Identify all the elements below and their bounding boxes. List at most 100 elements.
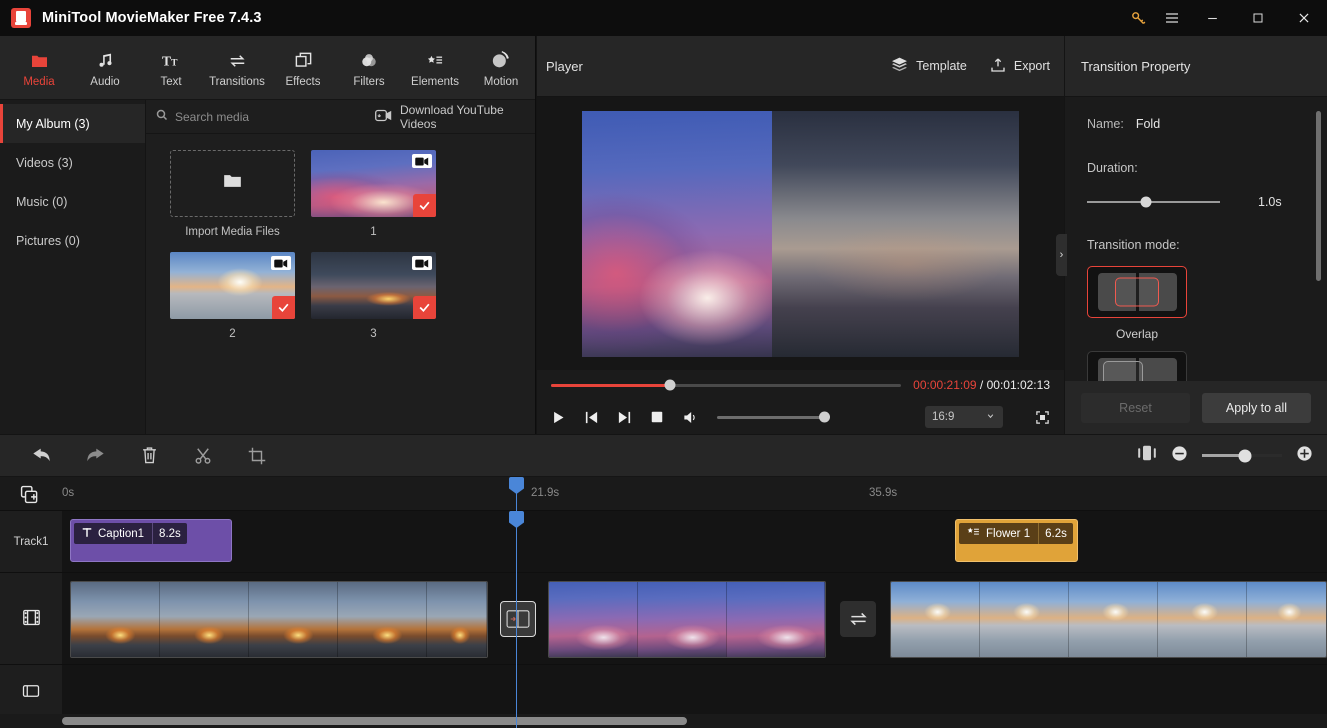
fold-transition-icon[interactable] <box>500 601 536 637</box>
media-toolbar: Download YouTube Videos <box>146 100 535 134</box>
motion-icon <box>491 48 511 70</box>
maximize-icon[interactable] <box>1235 0 1281 36</box>
import-media-label: Import Media Files <box>185 226 280 238</box>
export-button[interactable]: Export <box>990 57 1050 76</box>
timeline-horizontal-scrollbar[interactable] <box>62 717 687 725</box>
undo-icon[interactable] <box>14 435 68 477</box>
transition-mode-overlap-label: Overlap <box>1115 327 1159 341</box>
import-media-button[interactable] <box>170 150 295 217</box>
album-label: My Album (3) <box>16 116 90 131</box>
redo-icon[interactable] <box>68 435 122 477</box>
filters-circles-icon <box>359 48 379 70</box>
clip-caption1[interactable]: Caption1 8.2s <box>70 519 232 562</box>
tab-filters-label: Filters <box>353 75 385 88</box>
tab-media-label: Media <box>23 75 55 88</box>
template-button[interactable]: Template <box>891 57 967 75</box>
tab-elements[interactable]: Elements <box>402 37 468 99</box>
video-clip-2[interactable] <box>548 581 826 658</box>
sidebar-item-my-album[interactable]: My Album (3) <box>0 104 145 143</box>
fullscreen-icon[interactable] <box>1035 410 1050 425</box>
minimize-icon[interactable] <box>1189 0 1235 36</box>
sidebar-item-videos[interactable]: Videos (3) <box>0 143 145 182</box>
apply-to-all-button[interactable]: Apply to all <box>1202 392 1311 423</box>
key-icon[interactable] <box>1121 0 1155 36</box>
tab-audio[interactable]: Audio <box>72 37 138 99</box>
media-thumbnail[interactable] <box>170 252 295 319</box>
swap-arrows-transition-icon[interactable] <box>840 601 876 637</box>
clip-flower1[interactable]: Flower 1 6.2s <box>955 519 1078 562</box>
timeline-zoom-slider[interactable] <box>1202 449 1282 462</box>
album-label: Pictures (0) <box>16 233 80 248</box>
video-clip-1[interactable] <box>70 581 488 658</box>
tab-text[interactable]: TT Text <box>138 37 204 99</box>
zoom-out-icon[interactable] <box>1171 445 1188 467</box>
track-lane-text[interactable]: Caption1 8.2s Flower 1 6.2s <box>62 511 1327 572</box>
total-time: 00:01:02:13 <box>986 378 1050 392</box>
search-input[interactable] <box>175 109 375 124</box>
crop-icon[interactable] <box>230 435 284 477</box>
seek-bar[interactable] <box>551 379 902 391</box>
play-icon[interactable] <box>551 410 566 425</box>
media-item: 3 <box>311 252 436 340</box>
tab-motion-label: Motion <box>483 75 519 88</box>
tab-effects[interactable]: Effects <box>270 37 336 99</box>
split-scissors-icon[interactable] <box>176 435 230 477</box>
overlap-indicator <box>1115 277 1159 307</box>
next-frame-icon[interactable] <box>617 410 632 425</box>
reset-button[interactable]: Reset <box>1081 392 1190 423</box>
timeline-ruler[interactable]: 0s 21.9s 35.9s <box>0 477 1327 511</box>
media-thumbnail[interactable] <box>311 252 436 319</box>
ruler-tick: 0s <box>62 487 75 499</box>
folder-icon <box>29 48 50 70</box>
resource-panel: Media Audio TT Text Transitions Effects … <box>0 36 536 434</box>
transition-property-panel: › Transition Property Name: Fold Duratio… <box>1056 36 1327 434</box>
video-clip-3[interactable] <box>890 581 1327 658</box>
fit-to-timeline-icon[interactable] <box>1137 445 1157 466</box>
download-youtube-videos-button[interactable]: Download YouTube Videos <box>375 103 519 131</box>
transition-mode-overlap[interactable] <box>1087 266 1187 318</box>
media-item: 1 <box>311 150 436 238</box>
timeline-scroll-area <box>0 714 1327 728</box>
close-icon[interactable] <box>1281 0 1327 36</box>
tab-media[interactable]: Media <box>6 37 72 99</box>
volume-slider[interactable] <box>717 411 830 423</box>
chevron-down-icon <box>985 411 996 423</box>
volume-handle[interactable] <box>819 411 830 423</box>
transition-arrows-icon <box>227 48 248 70</box>
clip-name: Flower 1 <box>986 527 1031 540</box>
selected-check-icon[interactable] <box>413 296 436 319</box>
selected-check-icon[interactable] <box>413 194 436 217</box>
track-lane-video[interactable] <box>62 573 1327 664</box>
delete-icon[interactable] <box>122 435 176 477</box>
tab-motion[interactable]: Motion <box>468 37 534 99</box>
track-label-video[interactable] <box>0 573 62 664</box>
volume-icon[interactable] <box>682 410 699 425</box>
hamburger-menu-icon[interactable] <box>1155 0 1189 36</box>
seek-handle[interactable] <box>664 379 676 391</box>
download-youtube-label: Download YouTube Videos <box>400 102 504 131</box>
audio-track-icon <box>22 683 40 702</box>
duration-handle[interactable] <box>1140 196 1152 208</box>
duration-slider[interactable] <box>1087 196 1220 208</box>
tab-text-label: Text <box>160 75 182 88</box>
add-track-icon[interactable] <box>20 485 39 509</box>
search-media-box[interactable] <box>156 109 375 124</box>
media-thumbnail[interactable] <box>311 150 436 217</box>
preview-frame <box>582 110 1019 357</box>
property-scrollbar[interactable] <box>1316 111 1321 281</box>
tab-filters[interactable]: Filters <box>336 37 402 99</box>
zoom-in-icon[interactable] <box>1296 445 1313 467</box>
transition-name-row: Name: Fold <box>1087 117 1309 131</box>
previous-frame-icon[interactable] <box>584 410 599 425</box>
sidebar-item-music[interactable]: Music (0) <box>0 182 145 221</box>
stop-icon[interactable] <box>650 410 664 424</box>
tab-transitions-label: Transitions <box>209 75 265 88</box>
track-row-text: Track1 Caption1 8.2s Flower 1 6.2s <box>0 511 1327 573</box>
tab-transitions[interactable]: Transitions <box>204 37 270 99</box>
seek-progress <box>551 383 671 387</box>
sidebar-item-pictures[interactable]: Pictures (0) <box>0 221 145 260</box>
track-label[interactable]: Track1 <box>0 511 62 572</box>
zoom-handle[interactable] <box>1238 449 1252 462</box>
selected-check-icon[interactable] <box>272 296 295 319</box>
aspect-ratio-select[interactable]: 16:9 <box>925 406 1003 428</box>
